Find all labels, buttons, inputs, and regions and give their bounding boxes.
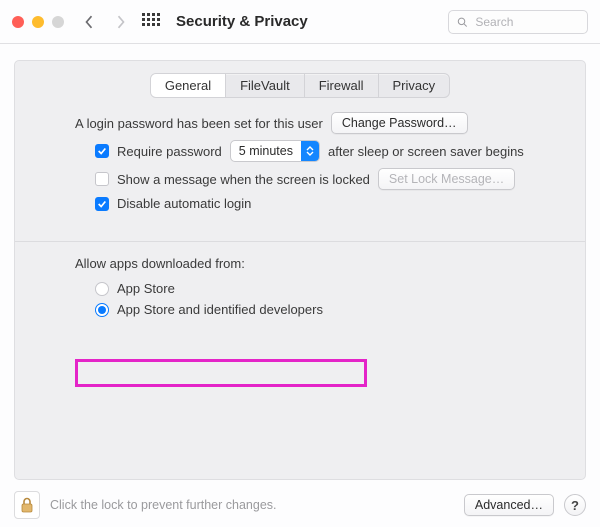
lock-toggle[interactable] <box>14 491 40 519</box>
require-password-interval-select[interactable]: 5 minutes <box>230 140 320 162</box>
advanced-button[interactable]: Advanced… <box>464 494 554 516</box>
window-titlebar: Security & Privacy <box>0 0 600 44</box>
require-password-checkbox[interactable] <box>95 144 109 158</box>
after-sleep-label: after sleep or screen saver begins <box>328 144 524 159</box>
interval-selected-value: 5 minutes <box>231 144 301 158</box>
close-window-button[interactable] <box>12 16 24 28</box>
chevron-left-icon <box>84 14 94 30</box>
tab-privacy[interactable]: Privacy <box>379 74 450 97</box>
grid-icon <box>142 13 160 31</box>
minimize-window-button[interactable] <box>32 16 44 28</box>
radio-selected-dot <box>98 306 106 314</box>
tab-general[interactable]: General <box>151 74 226 97</box>
password-set-label: A login password has been set for this u… <box>75 116 323 131</box>
search-icon <box>457 16 467 28</box>
allow-app-store-label: App Store <box>117 281 175 296</box>
show-lock-message-checkbox[interactable] <box>95 172 109 186</box>
zoom-window-button[interactable] <box>52 16 64 28</box>
require-password-label: Require password <box>117 144 222 159</box>
disable-auto-login-checkbox[interactable] <box>95 197 109 211</box>
set-lock-message-button: Set Lock Message… <box>378 168 515 190</box>
change-password-button[interactable]: Change Password… <box>331 112 468 134</box>
lock-icon <box>20 497 34 513</box>
back-button[interactable] <box>78 11 100 33</box>
checkmark-icon <box>97 146 107 156</box>
lock-hint-label: Click the lock to prevent further change… <box>50 498 277 512</box>
disable-auto-login-label: Disable automatic login <box>117 196 251 211</box>
search-input[interactable] <box>473 14 579 30</box>
checkmark-icon <box>97 199 107 209</box>
allow-identified-developers-label: App Store and identified developers <box>117 302 323 317</box>
annotation-highlight <box>75 359 367 387</box>
login-password-section: A login password has been set for this u… <box>15 112 585 235</box>
stepper-arrows-icon <box>301 141 319 161</box>
chevron-right-icon <box>116 14 126 30</box>
show-lock-message-label: Show a message when the screen is locked <box>117 172 370 187</box>
help-button[interactable]: ? <box>564 494 586 516</box>
window-footer: Click the lock to prevent further change… <box>0 483 600 527</box>
forward-button[interactable] <box>110 11 132 33</box>
allow-app-store-radio[interactable] <box>95 282 109 296</box>
search-field[interactable] <box>448 10 588 34</box>
allow-identified-developers-radio[interactable] <box>95 303 109 317</box>
gatekeeper-section: Allow apps downloaded from: App Store Ap… <box>15 256 585 317</box>
show-all-prefs-button[interactable] <box>142 13 160 31</box>
tab-firewall[interactable]: Firewall <box>305 74 379 97</box>
preferences-pane: General FileVault Firewall Privacy A log… <box>14 60 586 480</box>
allow-apps-label: Allow apps downloaded from: <box>75 256 541 271</box>
window-title: Security & Privacy <box>176 13 308 30</box>
section-divider <box>15 241 585 242</box>
tab-filevault[interactable]: FileVault <box>226 74 305 97</box>
pane-tabs: General FileVault Firewall Privacy <box>150 73 450 98</box>
window-traffic-lights <box>12 16 64 28</box>
